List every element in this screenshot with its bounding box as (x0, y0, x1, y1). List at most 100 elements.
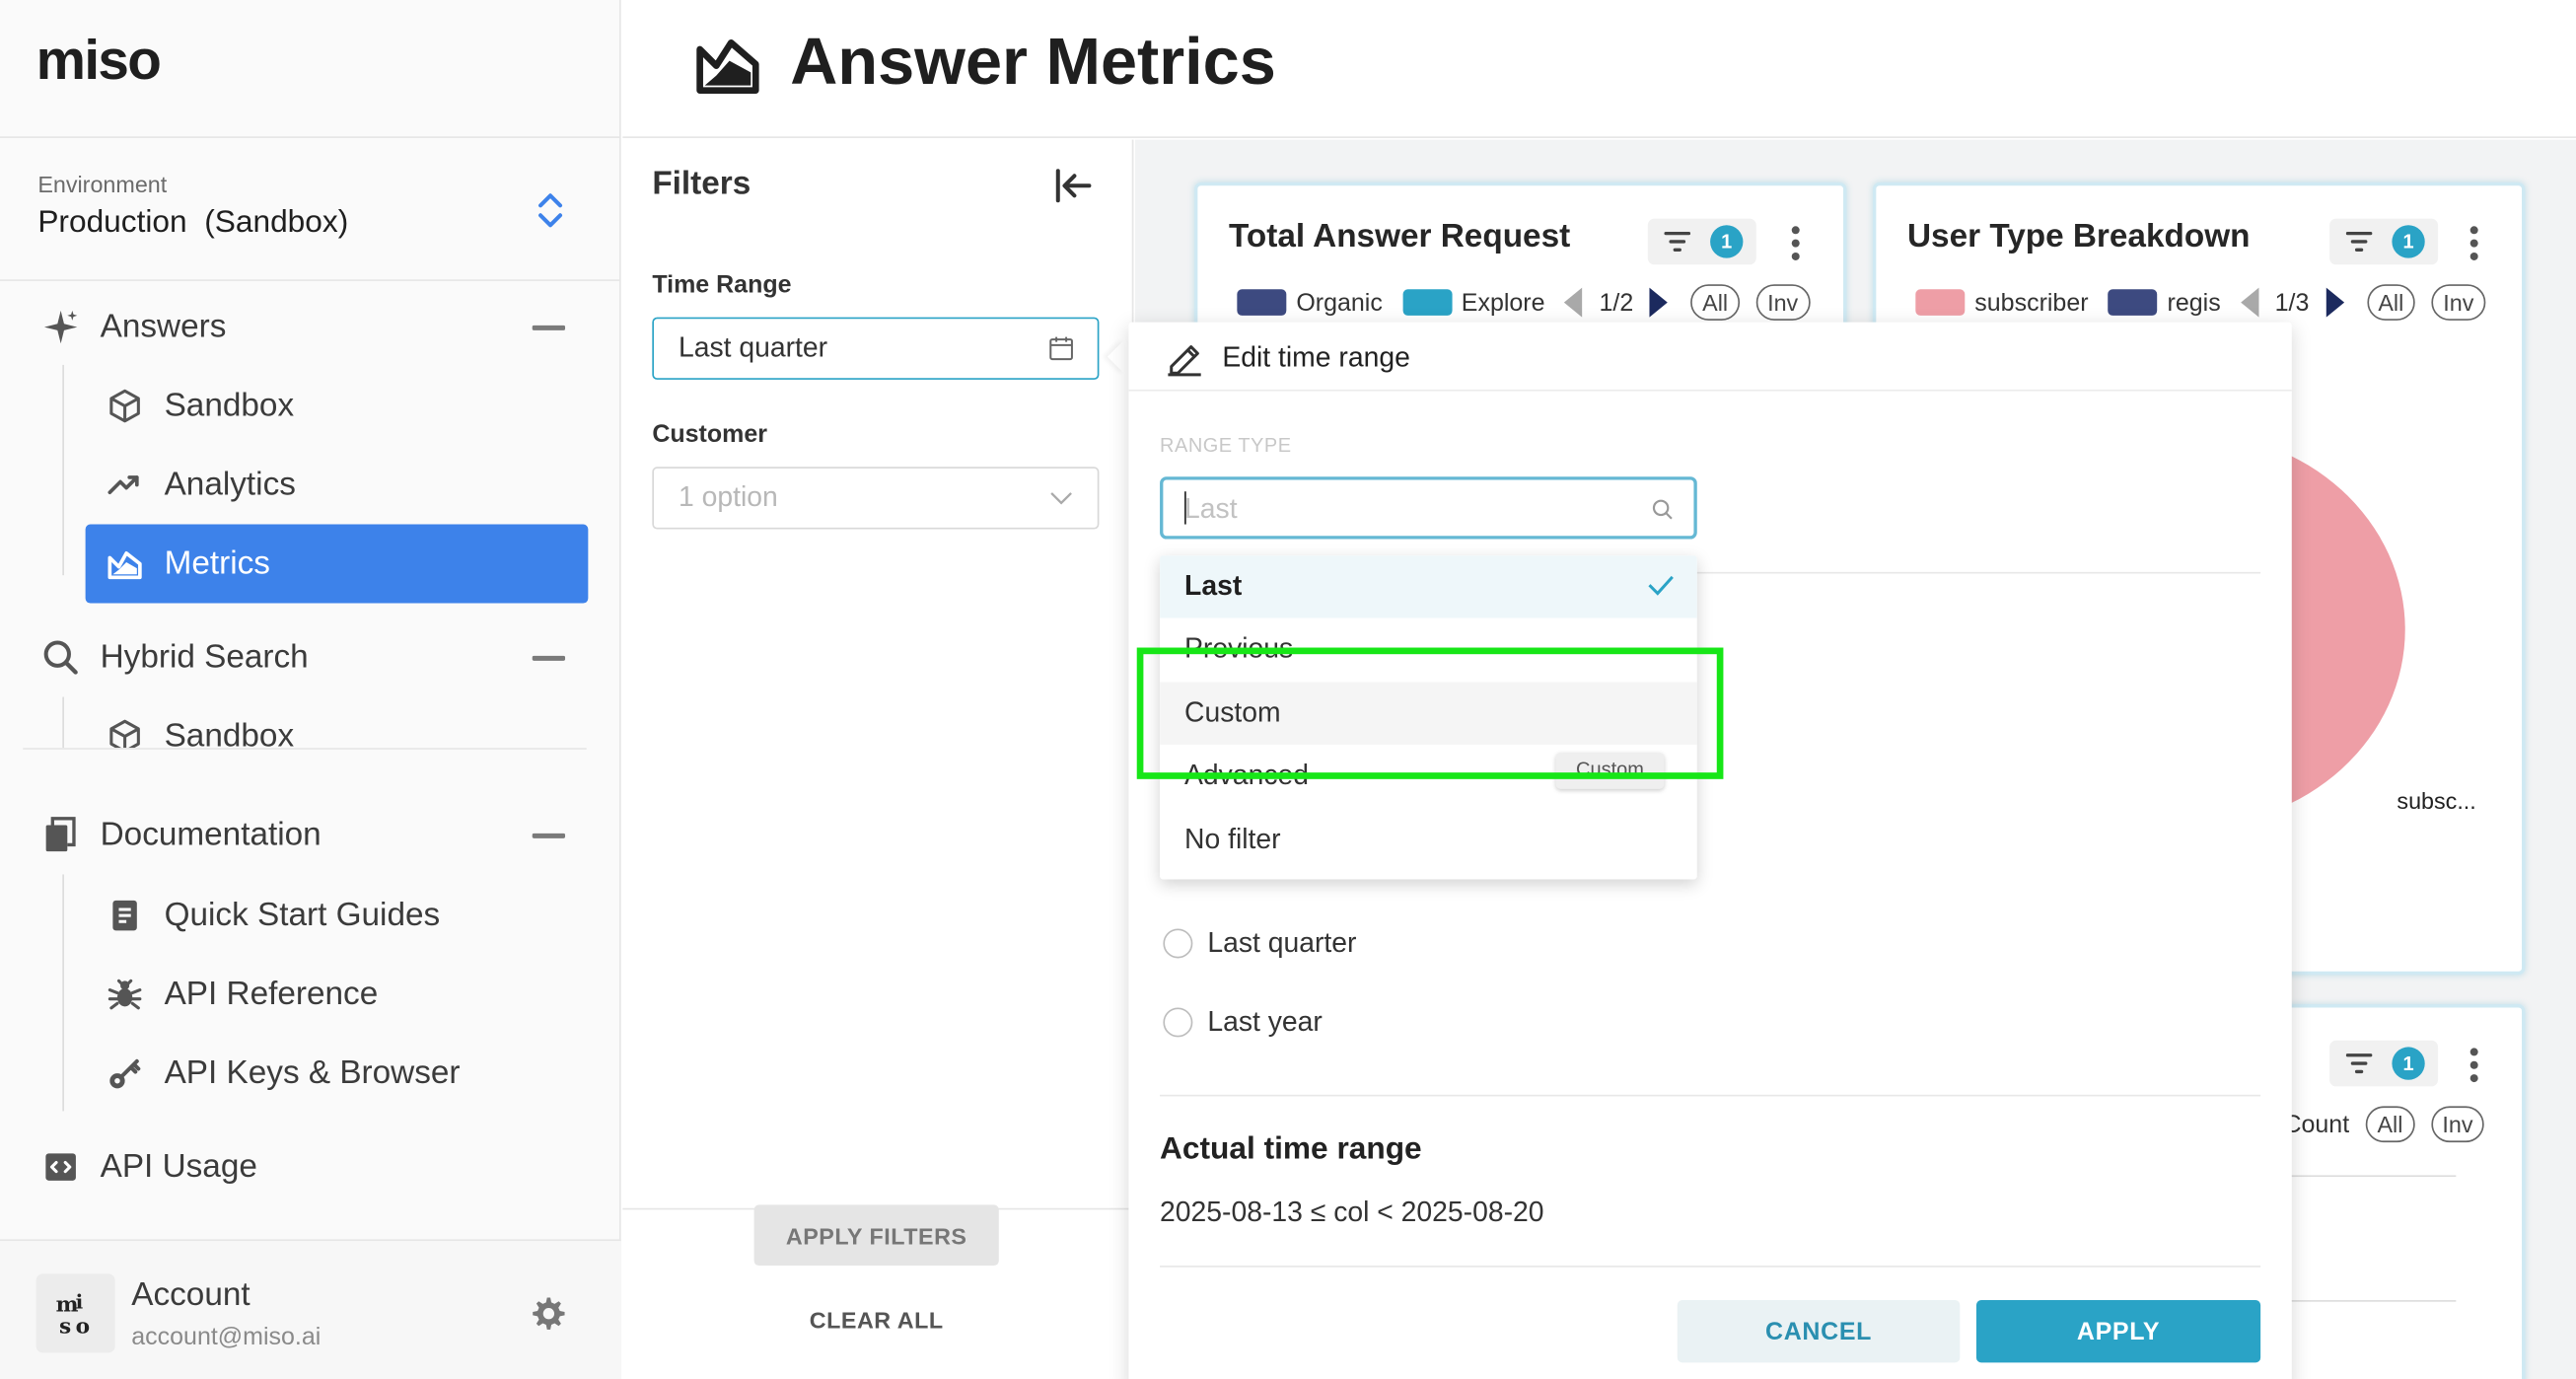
sidebar-item-label: API Keys & Browser (164, 1053, 461, 1091)
clear-all-button[interactable]: CLEAR ALL (754, 1300, 999, 1340)
sidebar-item-label: Sandbox (164, 387, 295, 424)
legend-label[interactable]: subscriber (1974, 288, 2088, 316)
sidebar-item-hybrid-sandbox[interactable]: Sandbox (86, 697, 589, 749)
app-root: miso Environment Production (Sandbox) An… (0, 0, 2576, 1379)
apply-filters-button[interactable]: APPLY FILTERS (753, 1204, 999, 1267)
edit-pencil-icon (1168, 345, 1201, 377)
legend-label[interactable]: regis (2168, 288, 2221, 316)
nav-section-label: Answers (100, 308, 227, 345)
code-icon (39, 1145, 82, 1188)
card-filter-badge[interactable]: 1 (1647, 218, 1756, 265)
legend-all-button[interactable]: All (2365, 1106, 2415, 1143)
legend-swatch (1237, 289, 1287, 316)
sidebar-item-quick-start-guides[interactable]: Quick Start Guides (86, 876, 589, 955)
collapse-icon[interactable] (532, 655, 566, 661)
collapse-icon[interactable] (532, 325, 566, 330)
chart-legend: Organic Explore 1/2 All Inv (1237, 284, 1810, 321)
kebab-menu-icon[interactable] (1791, 225, 1801, 261)
time-range-value: Last quarter (678, 331, 828, 364)
nav-section-label: Documentation (100, 816, 322, 852)
filter-count-badge: 1 (2392, 225, 2425, 258)
collapse-icon[interactable] (532, 832, 566, 837)
sidebar-item-api-keys-browser[interactable]: API Keys & Browser (86, 1034, 589, 1113)
card-filter-badge[interactable]: 1 (2329, 218, 2439, 265)
sidebar-item-label: Analytics (164, 466, 296, 503)
legend-label[interactable]: Explore (1462, 288, 1545, 316)
radio-last-quarter[interactable]: Last quarter (1163, 926, 1357, 960)
chart-area-icon (696, 38, 759, 94)
legend-label[interactable]: Organic (1296, 288, 1383, 316)
customer-select[interactable]: 1 option (652, 467, 1100, 530)
radio-label: Last year (1207, 1005, 1323, 1038)
legend-next-icon[interactable] (1649, 287, 1669, 318)
legend-invert-button[interactable]: Inv (1755, 284, 1810, 321)
legend-next-icon[interactable] (2326, 287, 2344, 318)
legend-all-button[interactable]: All (1690, 284, 1740, 321)
sidebar-item-answers-sandbox[interactable]: Sandbox (86, 367, 589, 446)
legend-label[interactable]: Count (2283, 1111, 2349, 1138)
trend-icon (106, 466, 145, 505)
legend-invert-button[interactable]: Inv (2430, 1106, 2485, 1143)
chart-legend: subscriber regis 1/3 All Inv (1915, 284, 2486, 321)
radio-last-year[interactable]: Last year (1163, 1005, 1323, 1039)
nav-section-documentation[interactable]: Documentation (39, 805, 582, 864)
cube-icon (106, 387, 145, 426)
customer-label: Customer (652, 420, 767, 449)
gear-icon[interactable] (529, 1293, 568, 1333)
sparkle-icon (39, 306, 82, 348)
sidebar-item-analytics[interactable]: Analytics (86, 446, 589, 525)
legend-page: 1/2 (1599, 288, 1634, 317)
sidebar-item-api-reference[interactable]: API Reference (86, 955, 589, 1034)
checkmark-icon (1648, 575, 1674, 596)
dropdown-option-last[interactable]: Last (1160, 555, 1697, 618)
legend-swatch (2108, 289, 2158, 316)
pie-slice-label: subsc... (2397, 787, 2476, 814)
dropdown-option-no-filter[interactable]: No filter (1160, 809, 1697, 871)
search-placeholder: Last (1184, 492, 1238, 525)
avatar[interactable]: miso (36, 1273, 115, 1353)
gridline (2286, 1300, 2457, 1302)
radio-button[interactable] (1163, 1007, 1193, 1038)
legend-prev-icon[interactable] (1564, 287, 1583, 318)
page-header: Answer Metrics (622, 0, 2576, 138)
range-type-search-input[interactable]: Last (1160, 476, 1697, 540)
radio-button[interactable] (1163, 928, 1193, 959)
option-label: Last (1184, 570, 1243, 602)
sidebar-item-metrics[interactable]: Metrics (85, 524, 589, 604)
popover-header: Edit time range (1128, 323, 2292, 392)
legend-invert-button[interactable]: Inv (2431, 284, 2486, 321)
sidebar-item-label: Quick Start Guides (164, 896, 441, 933)
nav-section-hybrid-search[interactable]: Hybrid Search (39, 628, 582, 688)
account-panel[interactable]: miso Account account@miso.ai (0, 1239, 621, 1379)
account-email: account@miso.ai (131, 1323, 322, 1351)
sidebar-item-label: API Reference (164, 975, 379, 1012)
time-range-input[interactable]: Last quarter (652, 317, 1100, 380)
legend-all-button[interactable]: All (2366, 284, 2415, 321)
collapse-left-icon[interactable] (1053, 166, 1096, 205)
filter-count-badge: 1 (1710, 225, 1744, 258)
card-title: User Type Breakdown (1906, 218, 2251, 255)
miso-logo[interactable]: miso (36, 30, 162, 94)
kebab-menu-icon[interactable] (2469, 225, 2479, 261)
search-icon (1652, 499, 1673, 520)
hybrid-search-items-clip: Sandbox (0, 696, 621, 749)
legend-prev-icon[interactable] (2240, 287, 2259, 318)
divider (1160, 1094, 2261, 1097)
nav-section-api-usage[interactable]: API Usage (39, 1137, 582, 1197)
documents-icon (39, 814, 82, 856)
divider (0, 136, 620, 138)
nav-section-answers[interactable]: Answers (39, 298, 582, 357)
kebab-menu-icon[interactable] (2469, 1047, 2479, 1083)
chart-area-icon (106, 544, 145, 584)
card-title: Total Answer Request (1229, 218, 1571, 255)
environment-value[interactable]: Production (Sandbox) (37, 205, 348, 242)
filter-icon (2345, 1053, 2373, 1074)
radio-label: Last quarter (1207, 926, 1357, 959)
chevron-updown-icon[interactable] (533, 187, 569, 234)
card-filter-badge[interactable]: 1 (2329, 1040, 2439, 1087)
legend-page: 1/3 (2274, 288, 2310, 317)
apply-button[interactable]: APPLY (1975, 1300, 2261, 1363)
cancel-button[interactable]: CANCEL (1677, 1300, 1961, 1363)
page-title: Answer Metrics (790, 26, 1276, 99)
sidebar-item-label: Metrics (164, 544, 270, 582)
